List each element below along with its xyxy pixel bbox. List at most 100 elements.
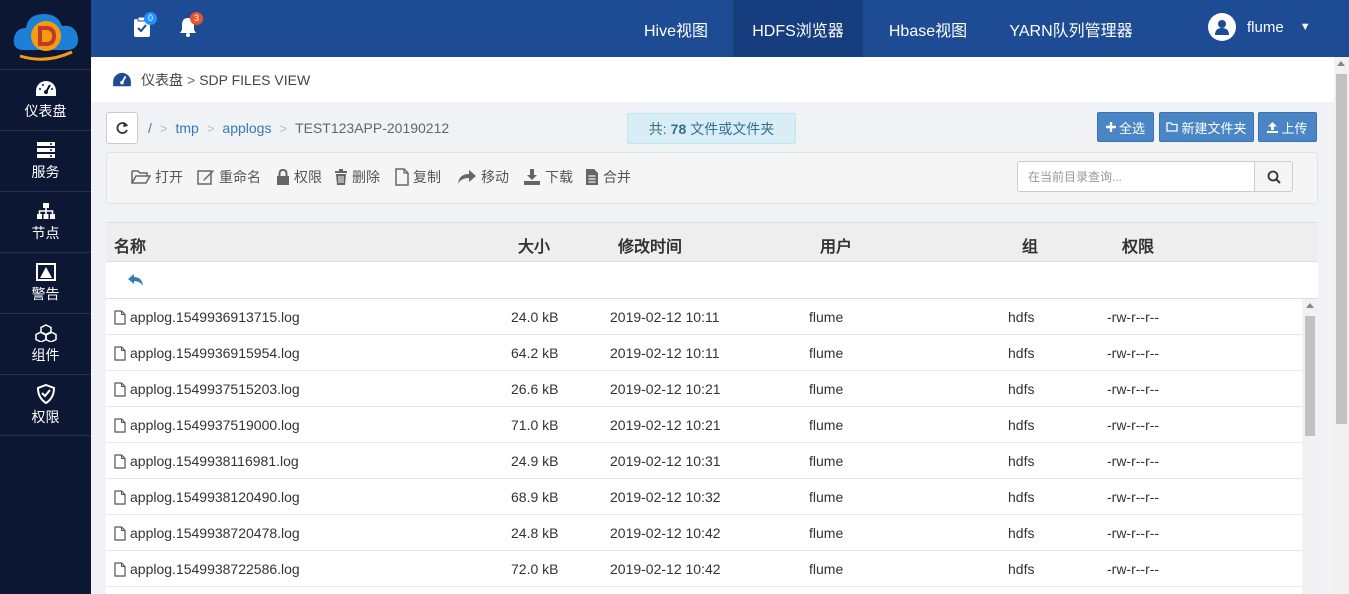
file-name-cell[interactable]: applog.1549938720478.log — [114, 525, 300, 541]
logo[interactable] — [0, 0, 91, 70]
table-row[interactable]: applog.1549936913715.log 24.0 kB 2019-02-1… — [106, 299, 1318, 335]
table-row[interactable]: applog.1549938120490.log 68.9 kB 2019-02-1… — [106, 479, 1318, 515]
refresh-button[interactable] — [106, 112, 138, 144]
nav-hdfs-browser[interactable]: HDFS浏览器 — [733, 0, 863, 57]
file-size-cell: 24.9 kB — [511, 453, 559, 469]
cubes-icon — [34, 323, 57, 342]
file-name-cell[interactable]: applog.1549937519000.log — [114, 417, 300, 433]
copy-label: 复制 — [413, 169, 441, 185]
column-header-group[interactable]: 组 — [1022, 233, 1038, 257]
file-name-cell[interactable]: applog.1549936913715.log — [114, 309, 300, 325]
sidebar-item-label: 警告 — [31, 285, 60, 302]
item-count-suffix: 文件或文件夹 — [690, 120, 775, 137]
file-icon — [114, 489, 126, 505]
page-scrollbar[interactable] — [1334, 57, 1349, 594]
file-user-cell: flume — [809, 417, 844, 433]
shield-icon — [36, 383, 55, 404]
column-header-permission[interactable]: 权限 — [1122, 233, 1154, 257]
permission-button[interactable]: 权限 — [276, 167, 322, 187]
alerts-button[interactable]: 3 — [178, 12, 203, 41]
edit-icon — [197, 170, 214, 185]
upload-button[interactable]: 上传 — [1258, 112, 1317, 142]
file-icon — [114, 561, 126, 577]
search-input[interactable] — [1017, 161, 1255, 192]
user-menu[interactable]: flume ▼ — [1208, 13, 1311, 41]
lock-icon — [277, 169, 289, 185]
file-name-cell[interactable]: applog.1549938120490.log — [114, 489, 300, 505]
upload-label: 上传 — [1281, 120, 1308, 136]
move-button[interactable]: 移动 — [457, 167, 509, 187]
sidebar-item-dashboard[interactable]: 仪表盘 — [0, 70, 91, 131]
username: flume — [1247, 18, 1284, 36]
select-all-button[interactable]: 全选 — [1097, 112, 1154, 142]
nav-hive-view[interactable]: Hive视图 — [628, 0, 724, 57]
path-segment-link[interactable]: tmp — [175, 120, 198, 136]
sidebar-item-label: 组件 — [31, 346, 60, 363]
file-user-cell: flume — [809, 453, 844, 469]
table-scrollbar-thumb[interactable] — [1305, 316, 1315, 436]
sidebar-item-alerts[interactable]: 警告 — [0, 253, 91, 314]
file-group-cell: hdfs — [1008, 345, 1035, 361]
file-size-cell: 24.8 kB — [511, 525, 559, 541]
sidebar-item-services[interactable]: 服务 — [0, 131, 91, 192]
column-header-name[interactable]: 名称 — [114, 233, 146, 257]
file-name-cell[interactable]: applog.1549936915954.log — [114, 345, 300, 361]
nav-hbase-view[interactable]: Hbase视图 — [871, 0, 985, 57]
user-avatar-icon — [1208, 13, 1236, 41]
column-header-mtime[interactable]: 修改时间 — [618, 233, 682, 257]
server-icon — [36, 141, 55, 158]
sidebar-item-nodes[interactable]: 节点 — [0, 192, 91, 253]
tasks-button[interactable]: 0 — [132, 12, 157, 41]
sidebar-item-permissions[interactable]: 权限 — [0, 375, 91, 436]
column-header-size[interactable]: 大小 — [518, 233, 550, 257]
column-header-user[interactable]: 用户 — [820, 233, 852, 257]
upload-icon — [1267, 121, 1279, 133]
file-table: 名称 大小 修改时间 用户 组 权限 applog.1549936913715.… — [106, 222, 1318, 594]
delete-button[interactable]: 删除 — [334, 167, 380, 187]
file-name: applog.1549937519000.log — [130, 417, 300, 433]
file-icon — [114, 525, 126, 541]
breadcrumb-home-link[interactable]: 仪表盘 — [141, 70, 183, 90]
sidebar-item-label: 服务 — [31, 163, 60, 180]
open-button[interactable]: 打开 — [131, 167, 183, 187]
file-icon — [395, 168, 409, 186]
table-row[interactable]: applog.1549938722586.log 72.0 kB 2019-02-1… — [106, 551, 1318, 587]
file-user-cell: flume — [809, 345, 844, 361]
path-segment-link[interactable]: applogs — [222, 120, 271, 136]
file-size-cell: 64.2 kB — [511, 345, 559, 361]
search-icon — [1267, 170, 1281, 184]
file-size-cell: 24.0 kB — [511, 309, 559, 325]
new-folder-button[interactable]: 新建文件夹 — [1159, 112, 1254, 142]
page-scrollbar-thumb[interactable] — [1336, 74, 1347, 424]
search-button[interactable] — [1255, 161, 1293, 192]
path-separator: > — [206, 120, 215, 136]
table-row[interactable]: applog.1549937515203.log 26.6 kB 2019-02-1… — [106, 371, 1318, 407]
nav-yarn-queue-manager[interactable]: YARN队列管理器 — [997, 0, 1145, 57]
download-button[interactable]: 下载 — [523, 167, 573, 187]
scroll-up-arrow-icon[interactable] — [1306, 303, 1314, 308]
copy-button[interactable]: 复制 — [395, 167, 441, 187]
table-scrollbar[interactable] — [1302, 299, 1318, 594]
file-icon — [114, 417, 126, 433]
rename-button[interactable]: 重命名 — [197, 167, 261, 187]
table-row[interactable]: applog.1549937519000.log 71.0 kB 2019-02-1… — [106, 407, 1318, 443]
main-content: 仪表盘 > SDP FILES VIEW / > tmp > applogs >… — [91, 57, 1334, 594]
alerts-count-badge: 3 — [190, 12, 203, 25]
parent-directory-row[interactable] — [106, 262, 1318, 299]
sidebar-item-components[interactable]: 组件 — [0, 314, 91, 375]
table-row[interactable]: applog.1549938116981.log 24.9 kB 2019-02-1… — [106, 443, 1318, 479]
file-group-cell: hdfs — [1008, 417, 1035, 433]
permission-label: 权限 — [294, 169, 322, 185]
path-root-link[interactable]: / — [148, 120, 152, 136]
scroll-up-arrow-icon[interactable] — [1337, 61, 1345, 66]
merge-button[interactable]: 合并 — [585, 167, 631, 187]
table-row[interactable]: applog.1549938720478.log 24.8 kB 2019-02-1… — [106, 515, 1318, 551]
file-name-cell[interactable]: applog.1549938116981.log — [114, 453, 299, 469]
table-row[interactable]: applog.1549936915954.log 64.2 kB 2019-02-1… — [106, 335, 1318, 371]
folder-icon — [1166, 122, 1179, 132]
file-icon — [114, 309, 126, 325]
warning-icon — [35, 262, 56, 281]
file-size-cell: 72.0 kB — [511, 561, 559, 577]
file-name-cell[interactable]: applog.1549938722586.log — [114, 561, 300, 577]
file-name-cell[interactable]: applog.1549937515203.log — [114, 381, 300, 397]
